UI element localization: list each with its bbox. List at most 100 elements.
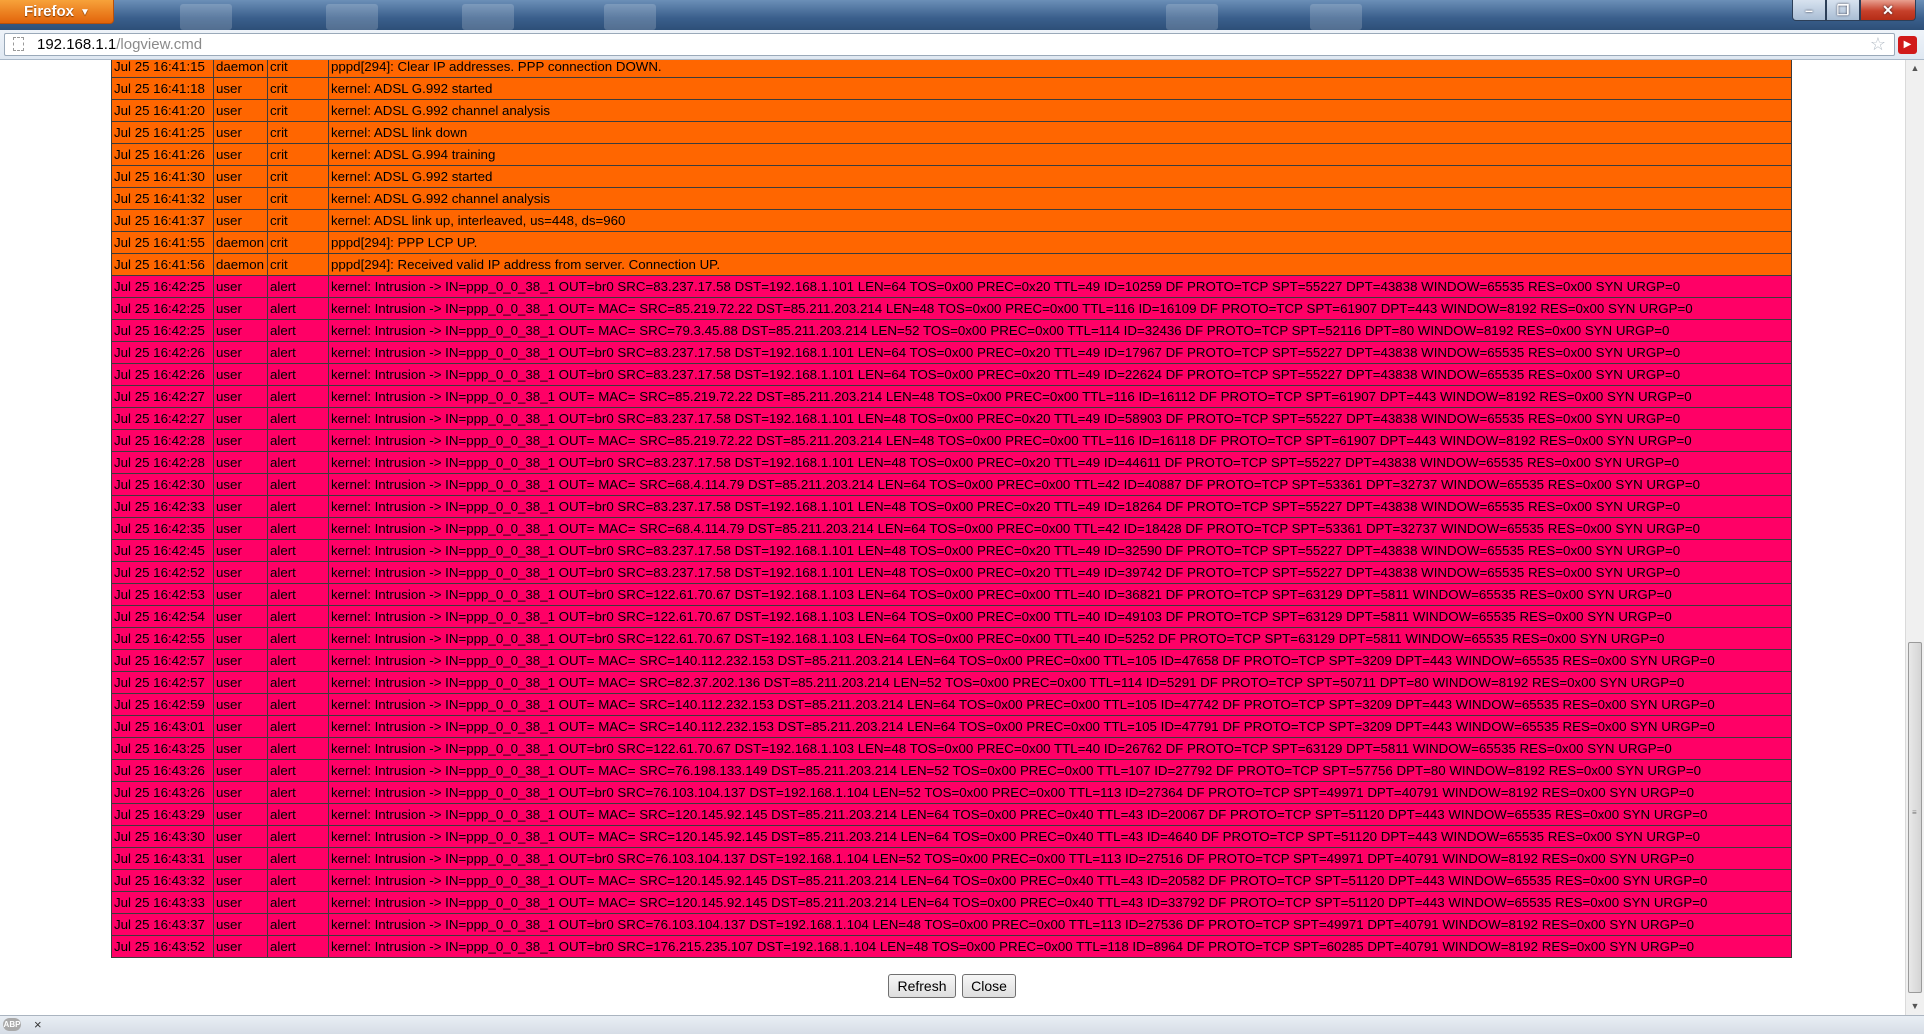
log-row: Jul 25 16:41:32 user crit kernel: ADSL G.99… [111, 187, 1792, 210]
log-date-cell: Jul 25 16:42:25 [111, 319, 214, 342]
addon-toolbar-icon[interactable]: ▶ [1898, 36, 1917, 54]
log-message-cell: kernel: Intrusion -> IN=ppp_0_0_38_1 OUT… [328, 737, 1792, 760]
log-severity-cell: alert [267, 429, 329, 452]
window-close-button[interactable]: ✕ [1860, 0, 1916, 21]
log-severity-cell: crit [267, 165, 329, 188]
url-text[interactable]: 192.168.1.1/logview.cmd [37, 34, 202, 55]
log-severity-cell: crit [267, 231, 329, 254]
log-message-cell: kernel: Intrusion -> IN=ppp_0_0_38_1 OUT… [328, 495, 1792, 518]
log-row: Jul 25 16:41:15 daemon crit pppd[294]: Clea… [111, 60, 1792, 78]
scroll-down-arrow-icon[interactable]: ▼ [1906, 998, 1924, 1015]
log-message-cell: kernel: Intrusion -> IN=ppp_0_0_38_1 OUT… [328, 627, 1792, 650]
taskbar-ghost-icon [326, 4, 378, 30]
log-date-cell: Jul 25 16:42:26 [111, 363, 214, 386]
log-date-cell: Jul 25 16:43:01 [111, 715, 214, 738]
log-message-cell: kernel: Intrusion -> IN=ppp_0_0_38_1 OUT… [328, 561, 1792, 584]
log-severity-cell: alert [267, 803, 329, 826]
log-row: Jul 25 16:42:26 user alert kernel: Intrusio… [111, 363, 1792, 386]
log-row: Jul 25 16:43:26 user alert kernel: Intrusio… [111, 781, 1792, 804]
log-severity-cell: crit [267, 187, 329, 210]
log-date-cell: Jul 25 16:43:30 [111, 825, 214, 848]
log-facility-cell: user [213, 99, 268, 122]
log-message-cell: kernel: Intrusion -> IN=ppp_0_0_38_1 OUT… [328, 583, 1792, 606]
taskbar-ghost-icon [462, 4, 514, 30]
log-message-cell: kernel: Intrusion -> IN=ppp_0_0_38_1 OUT… [328, 715, 1792, 738]
log-date-cell: Jul 25 16:43:32 [111, 869, 214, 892]
log-row: Jul 25 16:43:52 user alert kernel: Intrusio… [111, 935, 1792, 958]
log-date-cell: Jul 25 16:42:53 [111, 583, 214, 606]
log-message-cell: kernel: Intrusion -> IN=ppp_0_0_38_1 OUT… [328, 407, 1792, 430]
log-severity-cell: alert [267, 671, 329, 694]
maximize-button[interactable]: ❐ [1826, 0, 1860, 21]
log-facility-cell: user [213, 429, 268, 452]
log-message-cell: kernel: Intrusion -> IN=ppp_0_0_38_1 OUT… [328, 935, 1792, 958]
log-facility-cell: user [213, 935, 268, 958]
log-row: Jul 25 16:42:45 user alert kernel: Intrusio… [111, 539, 1792, 562]
log-message-cell: kernel: Intrusion -> IN=ppp_0_0_38_1 OUT… [328, 913, 1792, 936]
scrollbar-thumb[interactable]: ≡ [1908, 642, 1922, 993]
log-row: Jul 25 16:42:27 user alert kernel: Intrusio… [111, 407, 1792, 430]
window-titlebar: Firefox ▼ – ❐ ✕ [0, 0, 1924, 30]
log-facility-cell: user [213, 539, 268, 562]
log-facility-cell: user [213, 473, 268, 496]
log-row: Jul 25 16:42:33 user alert kernel: Intrusio… [111, 495, 1792, 518]
log-row: Jul 25 16:41:56 daemon crit pppd[294]: Rece… [111, 253, 1792, 276]
log-row: Jul 25 16:42:55 user alert kernel: Intrusio… [111, 627, 1792, 650]
page-content: Jul 25 16:41:15 daemon crit pppd[294]: Clea… [0, 60, 1905, 1015]
log-severity-cell: alert [267, 913, 329, 936]
log-message-cell: kernel: Intrusion -> IN=ppp_0_0_38_1 OUT… [328, 539, 1792, 562]
log-severity-cell: alert [267, 649, 329, 672]
log-row: Jul 25 16:43:26 user alert kernel: Intrusio… [111, 759, 1792, 782]
log-message-cell: kernel: Intrusion -> IN=ppp_0_0_38_1 OUT… [328, 385, 1792, 408]
log-severity-cell: alert [267, 583, 329, 606]
log-date-cell: Jul 25 16:41:25 [111, 121, 214, 144]
log-severity-cell: alert [267, 451, 329, 474]
vertical-scrollbar[interactable]: ▲ ≡ ▼ [1905, 60, 1924, 1015]
log-facility-cell: user [213, 143, 268, 166]
close-button[interactable]: Close [962, 974, 1016, 998]
log-severity-cell: alert [267, 737, 329, 760]
log-row: Jul 25 16:43:25 user alert kernel: Intrusio… [111, 737, 1792, 760]
minimize-button[interactable]: – [1792, 0, 1826, 21]
firefox-menu-button[interactable]: Firefox ▼ [0, 0, 114, 24]
log-facility-cell: user [213, 605, 268, 628]
log-message-cell: kernel: Intrusion -> IN=ppp_0_0_38_1 OUT… [328, 759, 1792, 782]
log-facility-cell: user [213, 363, 268, 386]
addon-bar: ABP × [0, 1015, 1924, 1034]
log-message-cell: kernel: Intrusion -> IN=ppp_0_0_38_1 OUT… [328, 275, 1792, 298]
log-date-cell: Jul 25 16:43:52 [111, 935, 214, 958]
log-facility-cell: user [213, 341, 268, 364]
refresh-button[interactable]: Refresh [888, 974, 956, 998]
log-row: Jul 25 16:43:37 user alert kernel: Intrusio… [111, 913, 1792, 936]
log-date-cell: Jul 25 16:41:55 [111, 231, 214, 254]
log-facility-cell: user [213, 187, 268, 210]
log-facility-cell: user [213, 825, 268, 848]
addon-bar-close-icon[interactable]: × [34, 1016, 42, 1033]
log-message-cell: pppd[294]: Received valid IP address fro… [328, 253, 1792, 276]
log-facility-cell: user [213, 495, 268, 518]
log-row: Jul 25 16:41:25 user crit kernel: ADSL link… [111, 121, 1792, 144]
log-date-cell: Jul 25 16:43:26 [111, 759, 214, 782]
log-severity-cell: alert [267, 869, 329, 892]
log-message-cell: kernel: ADSL link down [328, 121, 1792, 144]
log-message-cell: kernel: ADSL G.992 channel analysis [328, 99, 1792, 122]
log-message-cell: kernel: Intrusion -> IN=ppp_0_0_38_1 OUT… [328, 671, 1792, 694]
log-facility-cell: user [213, 583, 268, 606]
log-row: Jul 25 16:41:20 user crit kernel: ADSL G.99… [111, 99, 1792, 122]
log-row: Jul 25 16:43:01 user alert kernel: Intrusio… [111, 715, 1792, 738]
taskbar-ghost-icon [1166, 4, 1218, 30]
log-facility-cell: user [213, 77, 268, 100]
log-row: Jul 25 16:42:53 user alert kernel: Intrusio… [111, 583, 1792, 606]
log-severity-cell: crit [267, 253, 329, 276]
url-bar[interactable]: 192.168.1.1/logview.cmd ☆ [4, 33, 1895, 56]
log-date-cell: Jul 25 16:42:28 [111, 429, 214, 452]
log-row: Jul 25 16:42:52 user alert kernel: Intrusio… [111, 561, 1792, 584]
log-severity-cell: crit [267, 209, 329, 232]
log-row: Jul 25 16:42:25 user alert kernel: Intrusio… [111, 275, 1792, 298]
log-severity-cell: alert [267, 693, 329, 716]
adblock-icon[interactable]: ABP [3, 1018, 21, 1031]
log-row: Jul 25 16:42:59 user alert kernel: Intrusio… [111, 693, 1792, 716]
log-severity-cell: alert [267, 605, 329, 628]
bookmark-star-icon[interactable]: ☆ [1870, 34, 1886, 55]
scroll-up-arrow-icon[interactable]: ▲ [1906, 60, 1924, 77]
